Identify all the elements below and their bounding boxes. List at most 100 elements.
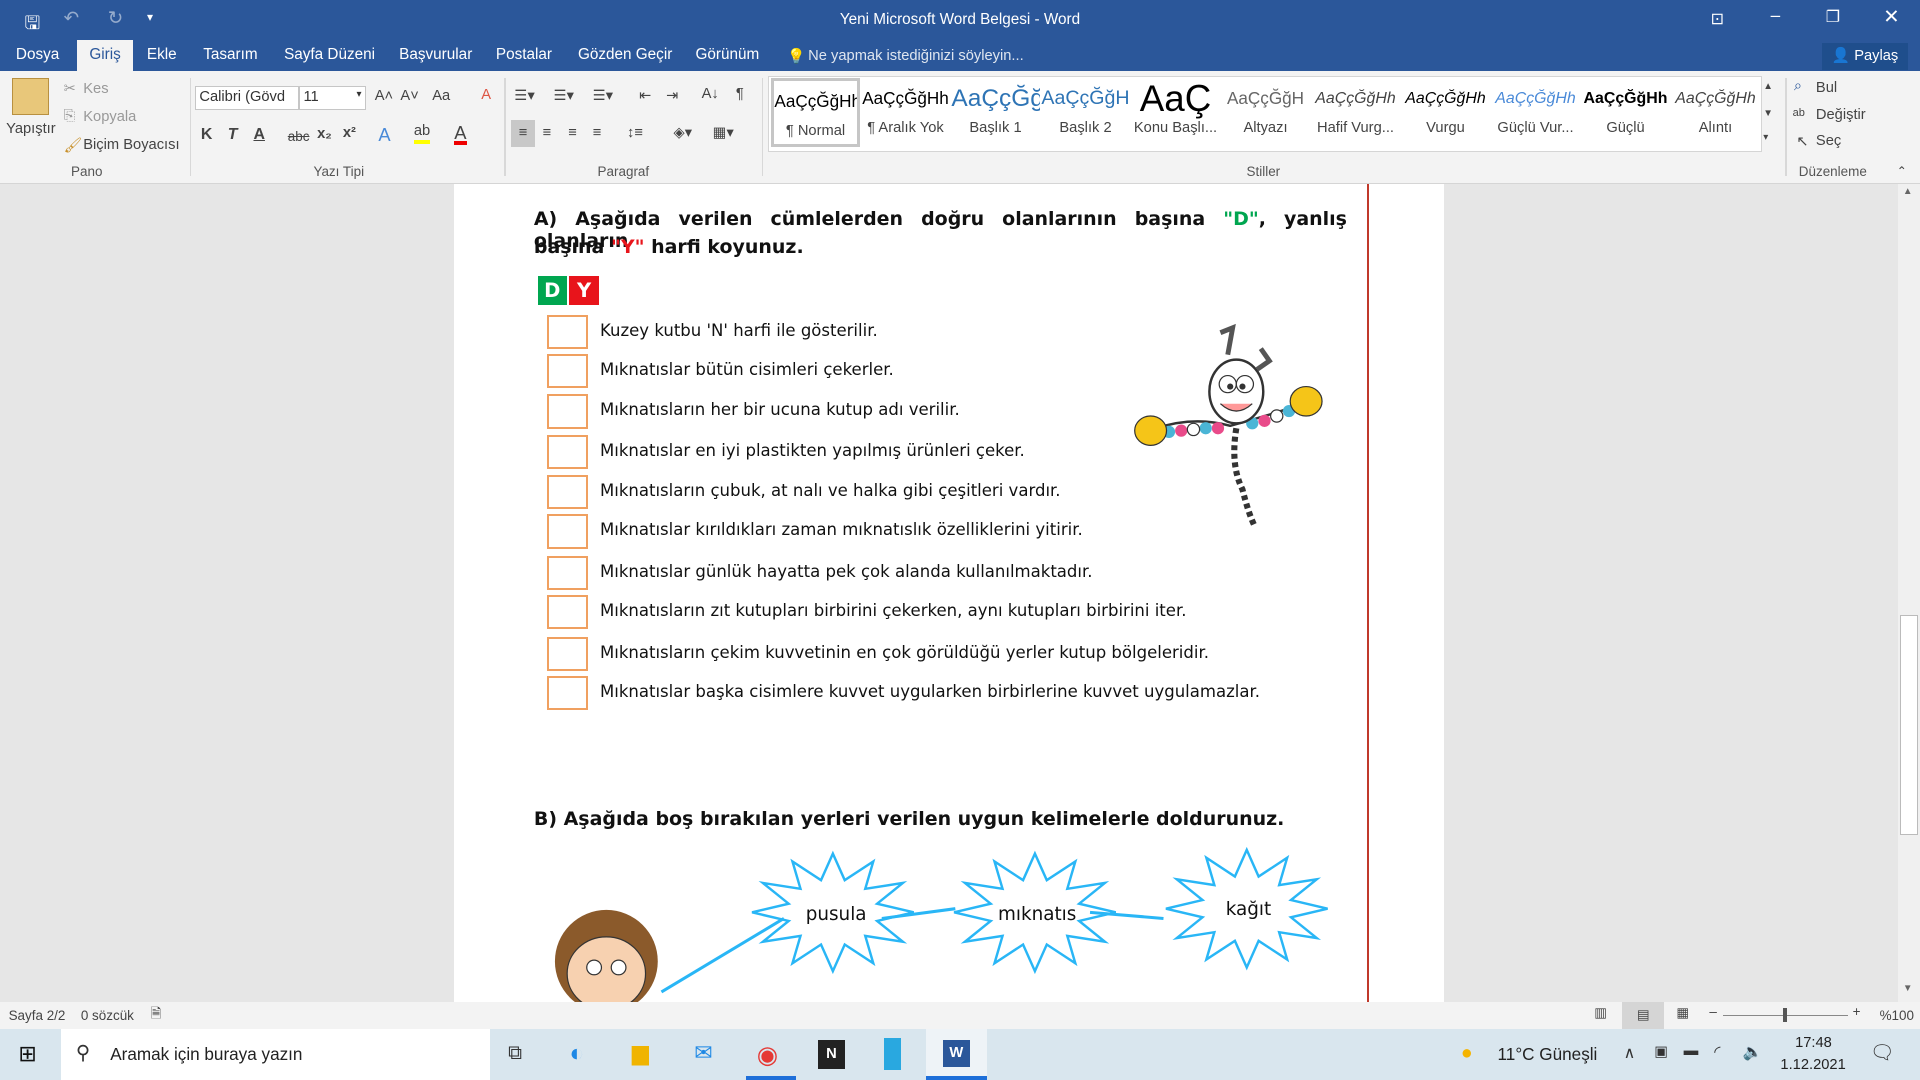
volume-icon[interactable]: 🔈: [1742, 1042, 1762, 1062]
style-0[interactable]: AaÇçĞğHh ¶ Normal: [771, 78, 860, 147]
highlight-icon[interactable]: ab: [413, 123, 431, 144]
share-button[interactable]: 👤 Paylaş: [1822, 42, 1909, 70]
wifi-icon[interactable]: ◜: [1714, 1042, 1720, 1062]
show-formatting-icon[interactable]: ¶: [736, 86, 744, 102]
customize-quick-access-icon[interactable]: ▾: [147, 10, 153, 24]
paste-icon[interactable]: [12, 78, 49, 116]
shading-icon[interactable]: ◈▾: [673, 124, 692, 141]
numbering-icon[interactable]: ☰▾: [553, 87, 574, 104]
line-spacing-icon[interactable]: ↕≡: [627, 125, 643, 141]
tab-gozden-gecir[interactable]: Gözden Geçir: [566, 40, 685, 71]
undo-icon[interactable]: ↶: [64, 7, 79, 29]
borders-icon[interactable]: ▦▾: [713, 124, 734, 141]
underline-button[interactable]: A: [253, 126, 265, 144]
increase-indent-icon[interactable]: ⇥: [666, 87, 678, 104]
ribbon-display-icon[interactable]: ⊡: [1711, 9, 1724, 29]
font-name-select[interactable]: Calibri (Gövd: [194, 85, 299, 111]
tab-basvurular[interactable]: Başvurular: [387, 40, 485, 71]
subscript-icon[interactable]: x₂: [317, 126, 332, 142]
app-icon[interactable]: [884, 1038, 902, 1071]
save-icon[interactable]: 🖫: [24, 9, 40, 41]
clock-time[interactable]: 17:48: [1795, 1035, 1832, 1051]
tab-postalar[interactable]: Postalar: [484, 40, 565, 71]
answer-box[interactable]: [547, 675, 588, 711]
font-color-icon[interactable]: A: [454, 123, 467, 145]
answer-box[interactable]: [547, 636, 588, 672]
tab-ekle[interactable]: Ekle: [135, 40, 189, 71]
zoom-level[interactable]: %100: [1880, 1008, 1914, 1023]
superscript-icon[interactable]: x²: [343, 125, 356, 141]
align-center-button[interactable]: ≡: [542, 125, 551, 141]
bold-button[interactable]: K: [201, 126, 213, 144]
word-count[interactable]: 0 sözcük: [81, 1008, 134, 1023]
style-9[interactable]: AaÇçĞğHh Güçlü: [1581, 78, 1669, 147]
justify-button[interactable]: ≡: [593, 125, 602, 141]
style-5[interactable]: AaÇçĞğH Altyazı: [1221, 78, 1309, 147]
shrink-font-icon[interactable]: A˅: [400, 88, 418, 104]
find-button[interactable]: Bul: [1816, 80, 1837, 96]
align-left-button[interactable]: ≡: [510, 119, 536, 147]
styles-scroll-up[interactable]: ▲: [1763, 81, 1773, 92]
style-6[interactable]: AaÇçĞğHh Hafif Vurg...: [1311, 78, 1399, 147]
chrome-icon[interactable]: ◉: [757, 1040, 778, 1070]
minimize-button[interactable]: –: [1771, 5, 1781, 26]
italic-button[interactable]: T: [228, 126, 238, 144]
bullets-icon[interactable]: ☰▾: [514, 87, 535, 104]
battery-icon[interactable]: ▬: [1684, 1043, 1699, 1059]
notion-icon[interactable]: N: [817, 1039, 845, 1069]
select-button[interactable]: Seç: [1816, 133, 1841, 149]
collapse-ribbon-icon[interactable]: ⌃: [1897, 164, 1907, 178]
close-button[interactable]: ✕: [1883, 5, 1899, 29]
scrollbar-thumb[interactable]: [1900, 614, 1918, 836]
copy-button[interactable]: Kopyala: [83, 109, 136, 125]
meet-icon[interactable]: ▣: [1654, 1043, 1668, 1060]
answer-box[interactable]: [547, 394, 588, 429]
tab-tasarim[interactable]: Tasarım: [191, 40, 270, 71]
font-size-select[interactable]: 11 ▾: [298, 85, 367, 111]
align-right-button[interactable]: ≡: [568, 125, 577, 141]
tab-giris[interactable]: Giriş: [77, 40, 134, 72]
format-painter-button[interactable]: Biçim Boyacısı: [83, 137, 179, 153]
styles-more[interactable]: ▾: [1763, 132, 1768, 143]
vertical-scrollbar[interactable]: ▲ ▼: [1897, 183, 1920, 1002]
clock-date[interactable]: 1.12.2021: [1780, 1057, 1845, 1073]
zoom-slider-thumb[interactable]: [1782, 1007, 1787, 1023]
redo-icon[interactable]: ↻: [108, 7, 123, 29]
web-layout-icon[interactable]: ▦: [1676, 1005, 1689, 1021]
answer-box[interactable]: [547, 555, 588, 591]
maximize-button[interactable]: ❐: [1826, 7, 1840, 27]
answer-box[interactable]: [547, 475, 588, 510]
change-case-button[interactable]: Aa: [432, 88, 450, 104]
style-2[interactable]: AaÇçĞğ Başlık 1: [951, 78, 1039, 147]
style-1[interactable]: AaÇçĞğHh ¶ Aralık Yok: [861, 78, 949, 147]
replace-button[interactable]: Değiştir: [1816, 107, 1866, 123]
answer-box[interactable]: [547, 514, 588, 549]
answer-box[interactable]: [547, 595, 588, 630]
print-layout-icon[interactable]: ▤: [1622, 1001, 1665, 1029]
clear-formatting-icon[interactable]: A: [481, 87, 491, 103]
mail-icon[interactable]: ✉: [694, 1040, 712, 1066]
taskbar-search-box[interactable]: ⚲ Aramak için buraya yazın: [61, 1028, 490, 1080]
zoom-out-button[interactable]: –: [1709, 1004, 1716, 1019]
task-view-icon[interactable]: ⧉: [508, 1042, 522, 1065]
answer-box[interactable]: [547, 353, 588, 389]
style-7[interactable]: AaÇçĞğHh Vurgu: [1401, 78, 1489, 147]
weather-text[interactable]: 11°C Güneşli: [1498, 1044, 1598, 1065]
multilevel-list-icon[interactable]: ☰▾: [593, 87, 614, 104]
tab-dosya[interactable]: Dosya: [4, 40, 72, 71]
styles-scroll-down[interactable]: ▼: [1763, 108, 1773, 119]
tell-me-input[interactable]: Ne yapmak istediğinizi söyleyin...: [808, 48, 1024, 64]
answer-box[interactable]: [547, 434, 588, 469]
strikethrough-button[interactable]: abc: [288, 129, 310, 144]
edge-icon[interactable]: ◐: [569, 1040, 584, 1068]
cut-button[interactable]: Kes: [83, 81, 108, 97]
show-hidden-icons[interactable]: ∧: [1624, 1043, 1636, 1063]
style-10[interactable]: AaÇçĞğHh Alıntı: [1671, 78, 1759, 147]
sort-icon[interactable]: A↓: [702, 86, 719, 102]
style-3[interactable]: AaÇçĞğH Başlık 2: [1041, 78, 1129, 147]
answer-box[interactable]: [547, 314, 588, 349]
tab-gorunum[interactable]: Görünüm: [683, 40, 771, 71]
grow-font-icon[interactable]: A˄: [375, 88, 393, 104]
style-4[interactable]: AaÇ Konu Başlı...: [1131, 78, 1219, 147]
tab-sayfa-duzeni[interactable]: Sayfa Düzeni: [272, 40, 387, 71]
